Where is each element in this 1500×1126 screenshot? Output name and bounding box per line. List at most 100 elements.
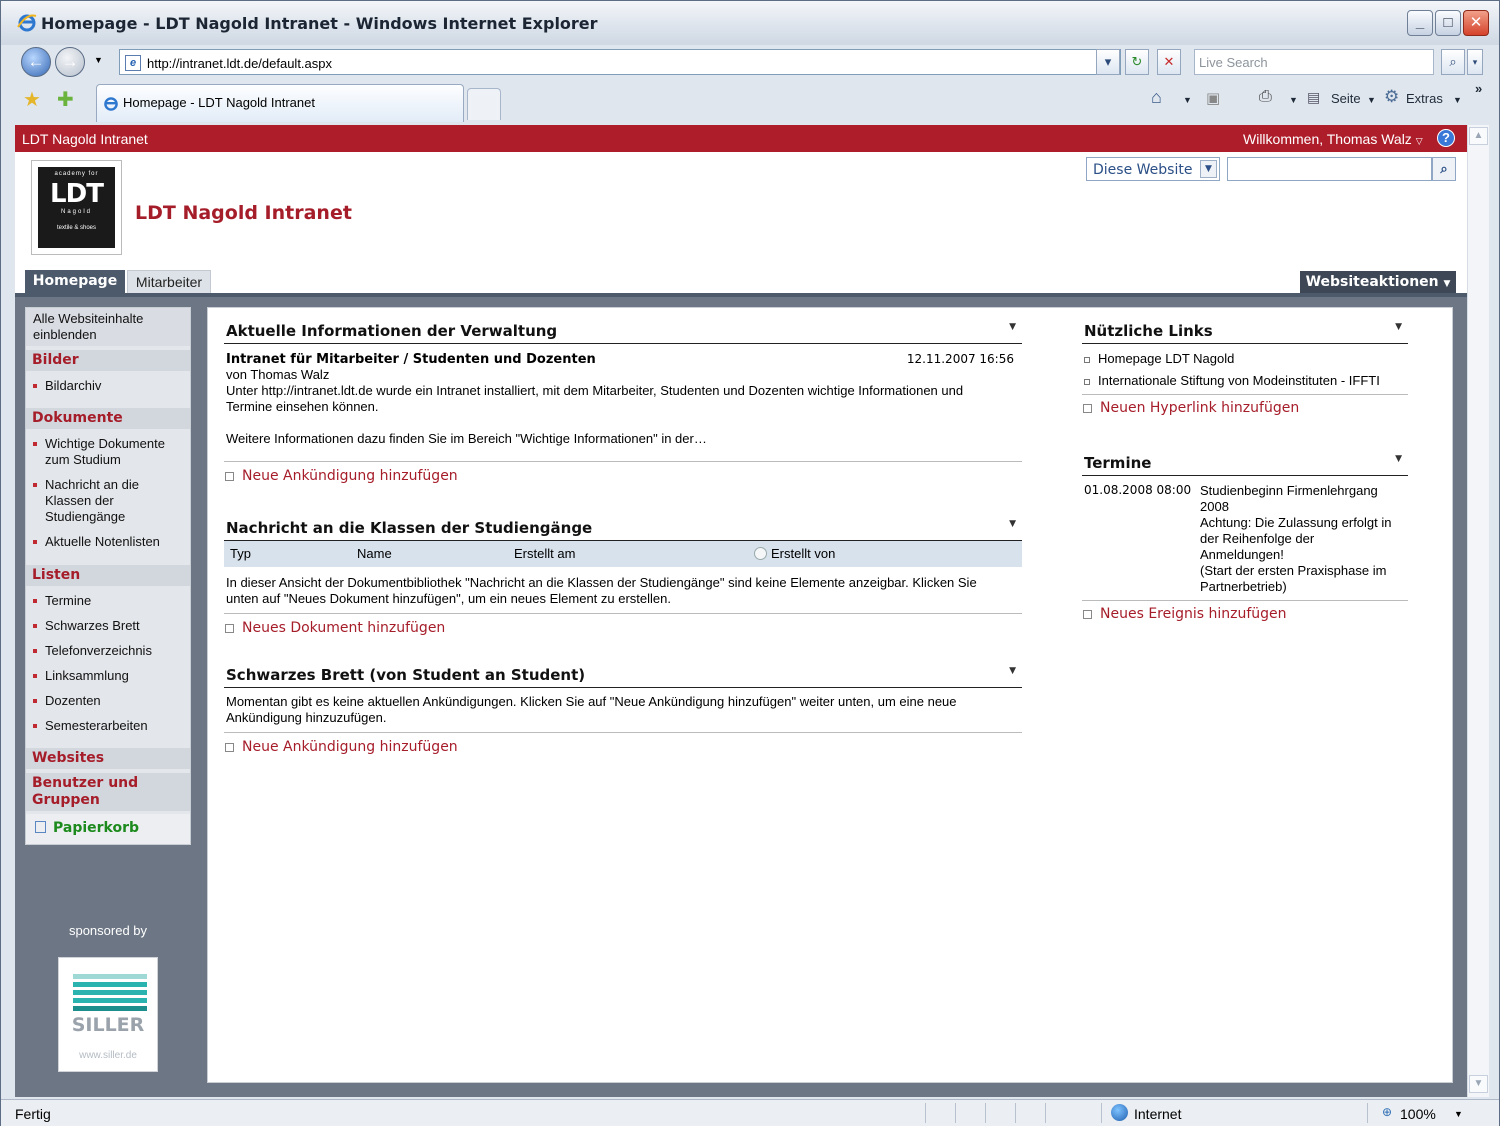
add-document-link[interactable]: Neues Dokument hinzufügen [224, 620, 1022, 636]
quicklaunch-item-semesterarbeiten[interactable]: Semesterarbeiten [26, 716, 190, 736]
webpart-title[interactable]: Nützliche Links ▼ [1082, 318, 1408, 344]
gear-icon: ⚙ [1384, 87, 1400, 106]
status-divider [1367, 1103, 1368, 1123]
add-hyperlink-link[interactable]: Neuen Hyperlink hinzufügen [1082, 400, 1408, 416]
add-favorites-icon[interactable]: ✚ [57, 87, 74, 112]
quicklaunch-heading-bilder[interactable]: Bilder [26, 350, 190, 371]
history-dropdown-icon[interactable]: ▼ [94, 55, 103, 65]
help-icon[interactable]: ? [1437, 129, 1455, 147]
sponsor-wave [73, 998, 147, 1003]
site-search-icon[interactable]: ⌕ [1432, 157, 1456, 181]
search-scope-select[interactable]: Diese Website ▼ [1086, 157, 1220, 181]
divider [1082, 394, 1408, 395]
search-options-icon[interactable]: ▾ [1467, 49, 1483, 75]
page-menu-icon: ▤ [1307, 89, 1321, 105]
add-board-announcement-link[interactable]: Neue Ankündigung hinzufügen [224, 739, 1022, 755]
tab-homepage-nav[interactable]: Homepage [25, 270, 125, 294]
column-header-name[interactable]: Name [357, 546, 392, 561]
column-header-author[interactable]: Erstellt von [771, 546, 835, 561]
home-dropdown-icon[interactable]: ▼ [1183, 95, 1192, 105]
webpart-title[interactable]: Aktuelle Informationen der Verwaltung ▼ [224, 318, 1022, 344]
print-icon[interactable]: ⎙ [1259, 88, 1272, 106]
search-scope-value: Diese Website [1093, 162, 1193, 178]
sponsor-wave [73, 982, 147, 987]
add-announcement-link[interactable]: Neue Ankündigung hinzufügen [224, 468, 1022, 484]
webpart-title[interactable]: Schwarzes Brett (von Student an Student)… [224, 662, 1022, 688]
tab-mitarbeiter[interactable]: Mitarbeiter [127, 270, 211, 294]
zoom-level[interactable]: 100% [1400, 1106, 1436, 1122]
tab-label: Homepage - LDT Nagold Intranet [123, 95, 315, 110]
search-icon[interactable]: ⌕ [1441, 49, 1465, 75]
extras-dropdown-icon[interactable]: ▼ [1453, 95, 1462, 105]
sponsor-logo[interactable]: SILLER www.siller.de [58, 957, 158, 1072]
link-item[interactable]: Homepage LDT Nagold [1082, 351, 1408, 367]
link-item[interactable]: Internationale Stiftung von Modeinstitut… [1082, 373, 1408, 389]
quicklaunch-item-telefonverzeichnis[interactable]: Telefonverzeichnis [26, 641, 190, 661]
address-dropdown-icon[interactable]: ▾ [1096, 49, 1120, 75]
back-button[interactable]: ← [21, 47, 51, 77]
tab-homepage[interactable]: Homepage - LDT Nagold Intranet [96, 84, 464, 122]
home-icon[interactable]: ⌂ [1151, 87, 1162, 108]
quicklaunch-item-schwarzes-brett[interactable]: Schwarzes Brett [26, 616, 190, 636]
page-menu-button[interactable]: Seite [1331, 91, 1361, 106]
quicklaunch-item-dozenten[interactable]: Dozenten [26, 691, 190, 711]
page-dropdown-icon[interactable]: ▼ [1367, 95, 1376, 105]
refresh-icon[interactable]: ↻ [1125, 49, 1149, 75]
maximize-button[interactable]: □ [1435, 10, 1461, 36]
column-header-type[interactable]: Typ [230, 546, 251, 561]
event-title-link[interactable]: Studienbeginn Firmenlehrgang 2008 [1200, 483, 1400, 515]
quicklaunch-item-bildarchiv[interactable]: Bildarchiv [26, 376, 190, 396]
add-event-link[interactable]: Neues Ereignis hinzufügen [1082, 606, 1408, 622]
vertical-scrollbar[interactable]: ▲ ▼ [1467, 125, 1489, 1097]
security-zone[interactable]: Internet [1134, 1106, 1181, 1122]
logo-top-text: academy for [54, 171, 99, 177]
site-title[interactable]: LDT Nagold Intranet [135, 202, 352, 224]
webpart-menu-icon[interactable]: ▼ [1009, 666, 1016, 676]
sponsor-wave [73, 1006, 147, 1011]
quicklaunch-item-termine[interactable]: Termine [26, 591, 190, 611]
new-tab-button[interactable] [467, 88, 501, 120]
minimize-button[interactable]: _ [1407, 10, 1433, 36]
webpart-title[interactable]: Termine ▼ [1082, 450, 1408, 476]
quicklaunch-heading-listen[interactable]: Listen [26, 565, 190, 586]
logo-bottom-text: textile & shoes [56, 225, 97, 231]
extras-menu-button[interactable]: Extras [1406, 91, 1443, 106]
announcement-title-link[interactable]: Intranet für Mitarbeiter / Studenten und… [226, 352, 1022, 367]
welcome-menu[interactable]: Willkommen, Thomas Walz ▽ [1243, 131, 1423, 147]
webpart-menu-icon[interactable]: ▼ [1395, 322, 1402, 332]
close-button[interactable]: ✕ [1463, 10, 1489, 36]
scroll-down-icon[interactable]: ▼ [1469, 1075, 1488, 1093]
webpart-menu-icon[interactable]: ▼ [1395, 454, 1402, 464]
event-item: 01.08.2008 08:00 Studienbeginn Firmenleh… [1082, 476, 1408, 600]
quicklaunch-item-wichtige-dokumente[interactable]: Wichtige Dokumente zum Studium [26, 434, 190, 470]
site-actions-menu[interactable]: Websiteaktionen ▼ [1300, 271, 1456, 295]
header-site-link[interactable]: LDT Nagold Intranet [22, 131, 148, 147]
event-body: Achtung: Die Zulassung erfolgt in der Re… [1200, 515, 1392, 562]
library-header-row: Typ Name Erstellt am Erstellt von [224, 541, 1022, 567]
print-dropdown-icon[interactable]: ▼ [1289, 95, 1298, 105]
quicklaunch-item-notenlisten[interactable]: Aktuelle Notenlisten [26, 532, 190, 552]
recycle-bin-link[interactable]: Papierkorb [26, 814, 190, 844]
quicklaunch-item-nachricht[interactable]: Nachricht an die Klassen der Studiengäng… [26, 475, 190, 527]
webpart-menu-icon[interactable]: ▼ [1009, 322, 1016, 332]
address-input[interactable]: e http://intranet.ldt.de/default.aspx [119, 49, 1121, 75]
quicklaunch-heading-users[interactable]: Benutzer und Gruppen [26, 773, 190, 811]
scroll-up-icon[interactable]: ▲ [1469, 127, 1488, 145]
event-note: (Start der ersten Praxisphase im Partner… [1200, 563, 1387, 594]
site-logo[interactable]: academy for LDT Nagold textile & shoes [31, 160, 122, 255]
feeds-icon[interactable]: ▣ [1206, 89, 1220, 107]
forward-button[interactable]: → [55, 47, 85, 77]
column-header-created[interactable]: Erstellt am [514, 546, 575, 561]
stop-icon[interactable]: ✕ [1157, 49, 1181, 75]
more-tools-button[interactable]: » [1475, 81, 1482, 96]
live-search-input[interactable]: Live Search [1194, 49, 1434, 75]
quicklaunch-heading-websites[interactable]: Websites [26, 748, 190, 769]
site-search-input[interactable] [1227, 157, 1432, 181]
all-site-content-link[interactable]: Alle Websiteinhalte einblenden [26, 308, 190, 346]
zoom-dropdown-icon[interactable]: ▼ [1454, 1109, 1463, 1119]
favorites-star-icon[interactable]: ★ [23, 87, 41, 112]
webpart-title[interactable]: Nachricht an die Klassen der Studiengäng… [224, 515, 1022, 541]
quicklaunch-item-linksammlung[interactable]: Linksammlung [26, 666, 190, 686]
quicklaunch-heading-dokumente[interactable]: Dokumente [26, 408, 190, 429]
webpart-menu-icon[interactable]: ▼ [1009, 519, 1016, 529]
